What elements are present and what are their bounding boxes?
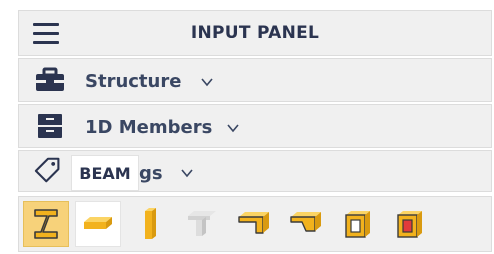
hollow-box-section-icon	[345, 211, 370, 238]
beam-tool-icon	[34, 209, 58, 239]
section-label-structure: Structure	[85, 71, 182, 92]
input-panel: INPUT PANEL Structure 1D Members gs BEAM	[14, 6, 492, 252]
chevron-down-icon[interactable]	[227, 122, 239, 134]
section-label-1d-members: 1D Members	[85, 117, 213, 138]
chevron-down-icon[interactable]	[181, 167, 193, 179]
t-section-button[interactable]	[179, 201, 225, 247]
filled-box-section-icon	[397, 211, 422, 238]
beam-tool-button[interactable]	[23, 201, 69, 247]
rectangular-beam-icon	[84, 217, 112, 229]
panel-title: INPUT PANEL	[190, 23, 320, 43]
l-section-icon	[238, 212, 269, 234]
input-panel-header: INPUT PANEL	[18, 10, 492, 56]
vertical-column-button[interactable]	[127, 201, 173, 247]
t-section-icon	[188, 211, 216, 236]
filled-box-section-button[interactable]	[387, 201, 433, 247]
rectangular-beam-button[interactable]	[75, 201, 121, 247]
tooltip: BEAM	[71, 155, 139, 191]
tapered-section-icon	[290, 212, 321, 232]
tapered-section-button[interactable]	[283, 201, 329, 247]
section-tags[interactable]: gs BEAM	[18, 150, 492, 192]
hollow-box-section-button[interactable]	[335, 201, 381, 247]
member-type-toolbar	[18, 196, 492, 252]
drawer-cabinet-icon	[38, 114, 62, 138]
vertical-column-icon	[145, 208, 156, 239]
section-label-tags-partial: gs	[139, 163, 163, 184]
l-section-button[interactable]	[231, 201, 277, 247]
section-structure[interactable]: Structure	[18, 58, 492, 102]
toolbox-icon	[36, 67, 64, 91]
chevron-down-icon[interactable]	[201, 76, 213, 88]
section-1d-members[interactable]: 1D Members	[18, 104, 492, 148]
tag-icon	[34, 157, 60, 183]
